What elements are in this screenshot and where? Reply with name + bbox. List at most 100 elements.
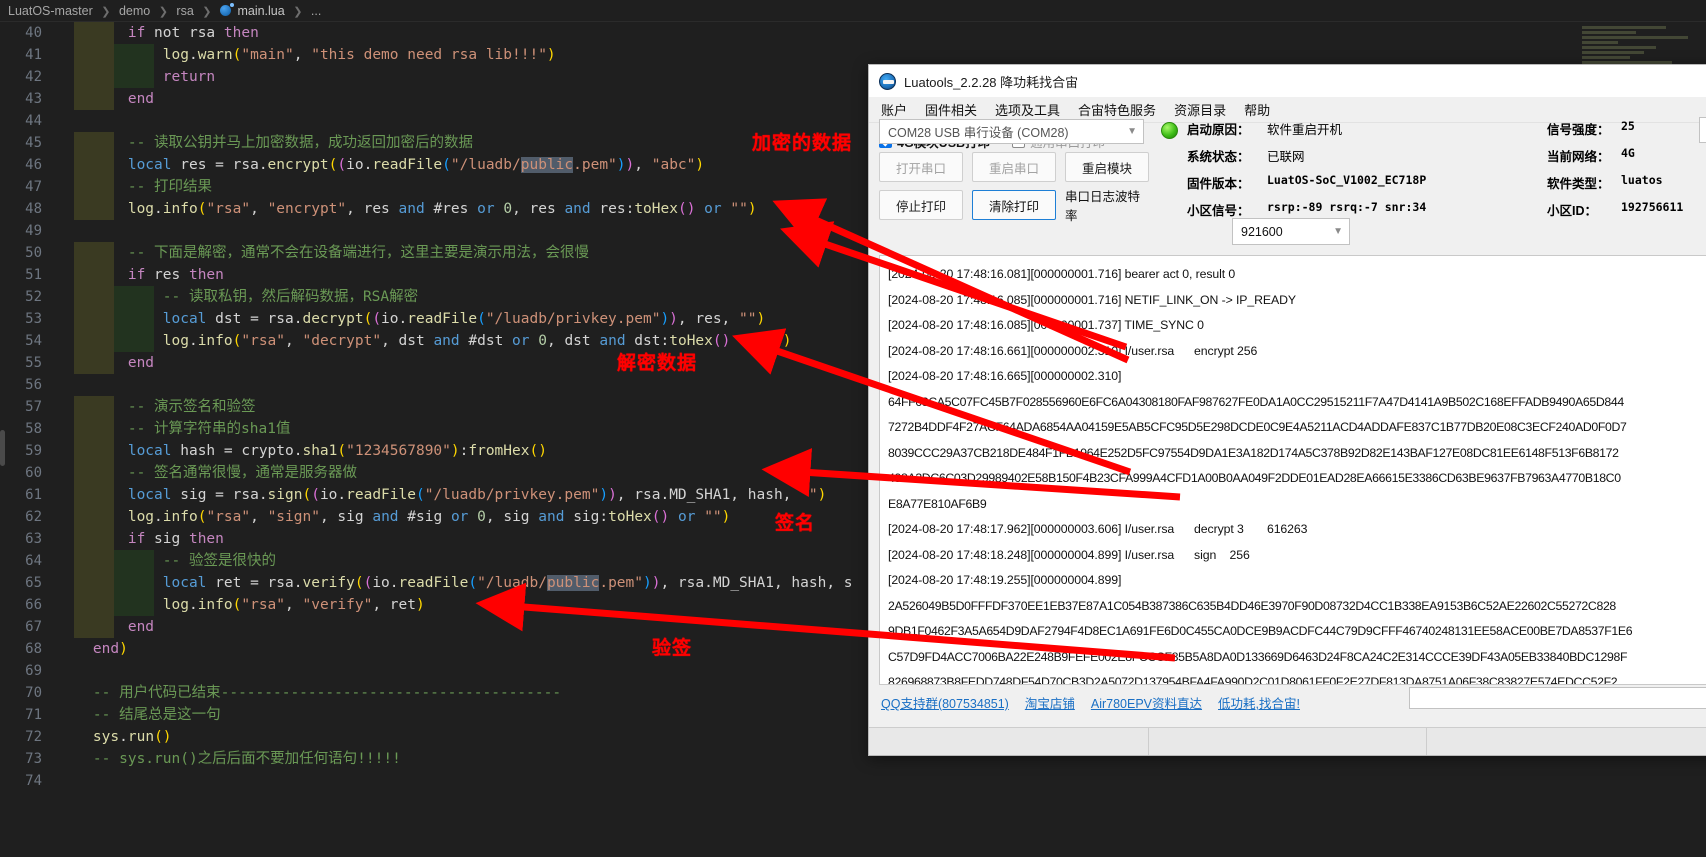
code-text: local dst = rsa.decrypt((io.readFile("/l… [162,311,766,327]
device-info-key-0: 启动原因： [1187,123,1250,137]
clear-print-button[interactable]: 清除打印 [972,190,1056,220]
log-line: [2024-08-20 17:48:16.665][000000002.310] [888,369,1122,383]
line-number: 57 [25,399,42,415]
menu-item-4[interactable]: 资源目录 [1174,100,1226,119]
restart-module-button[interactable]: 重启模块 [1065,152,1149,182]
footer-link-0[interactable]: QQ支持群(807534851) [881,693,1009,712]
chevron-down-icon: ▼ [1127,126,1137,137]
code-line[interactable]: 40 if not rsa then [0,22,1706,44]
menu-item-1[interactable]: 固件相关 [925,100,977,119]
log-line: [2024-08-20 17:48:18.248][000000004.899]… [888,547,1250,562]
indent-guide [74,22,114,44]
footer-link-2[interactable]: Air780EPV资料直达 [1091,693,1202,712]
log-line: [2024-08-20 17:48:16.081][000000001.716]… [888,267,1236,281]
code-text: -- 读取公钥并马上加密数据，成功返回加密后的数据 [127,135,474,151]
log-line: 2A526049B5D0FFFDF370EE1EB37E87A1C054B387… [888,598,1616,613]
indent-guide [114,44,154,66]
menu-item-3[interactable]: 合宙特色服务 [1078,100,1156,119]
line-number: 47 [25,179,42,195]
breadcrumb-tail[interactable]: ... [311,4,321,18]
log-line: [2024-08-20 17:48:19.255][000000004.899] [888,573,1122,587]
menu-item-5[interactable]: 帮助 [1244,100,1270,119]
code-text: log.info("rsa", "sign", sig and #sig or … [127,509,731,525]
indent-guide [74,44,114,66]
port-select-value: COM28 USB 串行设备 (COM28) [888,126,1069,140]
device-info-key-2: 软件类型： [1547,177,1610,191]
bottom-input-field[interactable] [1409,687,1706,709]
editor-scrollbar[interactable] [0,430,5,466]
indent-guide [74,88,114,110]
indent-guide [114,550,154,572]
line-number: 40 [25,25,42,41]
log-output[interactable]: [2024-08-20 17:48:16.081][000000001.716]… [879,255,1706,685]
breadcrumb-item-2[interactable]: rsa [176,4,193,18]
indent-guide [74,616,114,638]
code-text: -- 用户代码已结束------------------------------… [92,685,562,701]
line-number: 43 [25,91,42,107]
indent-guide [74,418,114,440]
line-number: 46 [25,157,42,173]
breadcrumb-item-0[interactable]: LuatOS-master [8,4,93,18]
log-line: C57D9FD4ACC7006BA22E248B9FEFE002E8FCCCF8… [888,649,1628,664]
code-text: -- 结尾总是这一句 [92,707,221,723]
line-number: 73 [25,751,42,767]
open-serial-button[interactable]: 打开串口 [879,152,963,182]
device-info-key-3: 小区信号： [1187,204,1250,218]
footer-links[interactable]: QQ支持群(807534851) 淘宝店铺 Air780EPV资料直达 低功耗,找合宙… [881,693,1300,712]
statusbar-cell-2 [1149,728,1427,755]
port-select[interactable]: COM28 USB 串行设备 (COM28) ▼ [879,119,1144,144]
luatools-titlebar[interactable]: Luatools_2.2.28 降功耗找合宙 [869,65,1706,97]
breadcrumb[interactable]: LuatOS-master ❯ demo ❯ rsa ❯ main.lua ❯ … [0,0,1706,22]
indent-guide [74,264,114,286]
indent-guide [74,506,114,528]
log-line: 64FF63CA5C07FC45B7F028556960E6FC6A043081… [888,394,1624,409]
line-number: 62 [25,509,42,525]
log-line: 498A3DC6C03D29989402E58B150F4B23CFA999A4… [888,471,1621,485]
line-number: 51 [25,267,42,283]
menu-item-0[interactable]: 账户 [881,100,907,119]
code-line[interactable]: 74 [0,770,1706,792]
breadcrumb-separator: ❯ [158,6,168,18]
indent-guide [74,154,114,176]
footer-link-1[interactable]: 淘宝店铺 [1025,693,1075,712]
log-line: 826968873B8FEDD748DF54D70CB3D2A5072D1379… [888,675,1618,685]
chevron-down-icon: ▼ [1333,226,1343,237]
log-line: 7272B4DDF4F27ACF64ADA6854AA04159E5AB5CFC… [888,420,1627,434]
device-info-key-2: 固件版本： [1187,177,1250,191]
device-info-key-1: 当前网络： [1547,150,1610,164]
stop-print-button[interactable]: 停止打印 [879,190,963,220]
breadcrumb-item-1[interactable]: demo [119,4,150,18]
footer-link-3[interactable]: 低功耗,找合宙! [1218,693,1300,712]
baudrate-value: 921600 [1241,224,1283,239]
breadcrumb-separator: ❯ [202,6,212,18]
restart-serial-button[interactable]: 重启串口 [972,152,1056,182]
luatools-statusbar [869,727,1706,755]
screen: LuatOS-master ❯ demo ❯ rsa ❯ main.lua ❯ … [0,0,1706,857]
indent-guide [74,396,114,418]
line-number: 48 [25,201,42,217]
device-info-value-1: 已联网 [1267,149,1305,164]
line-number: 71 [25,707,42,723]
menu-item-2[interactable]: 选项及工具 [995,100,1060,119]
line-number: 72 [25,729,42,745]
device-info-value-2: LuatOS-SoC_V1002_EC718P [1267,173,1427,187]
line-number: 74 [25,773,42,789]
code-text: local res = rsa.encrypt((io.readFile("/l… [127,157,705,173]
line-number: 59 [25,443,42,459]
line-number: 45 [25,135,42,151]
luatools-window[interactable]: Luatools_2.2.28 降功耗找合宙 账户 固件相关 选项及工具 合宙特色服务… [868,64,1706,756]
top-input-field[interactable] [1699,117,1706,143]
code-line[interactable]: 41 log.warn("main", "this demo need rsa … [0,44,1706,66]
baudrate-select[interactable]: 921600 ▼ [1232,218,1350,245]
indent-guide [74,594,114,616]
statusbar-cell-1 [869,728,1149,755]
device-info-value-0: 软件重启开机 [1267,122,1343,137]
log-line: [2024-08-20 17:48:16.085][000000001.737]… [888,318,1204,332]
breadcrumb-file[interactable]: main.lua [237,4,284,18]
log-line: [2024-08-20 17:48:17.962][000000003.606]… [888,522,1308,536]
indent-guide [74,308,114,330]
line-number: 56 [25,377,42,393]
line-number: 65 [25,575,42,591]
annotation-decrypt-data: 解密数据 [617,352,698,374]
code-text: -- sys.run()之后后面不要加任何语句!!!!! [92,751,401,767]
